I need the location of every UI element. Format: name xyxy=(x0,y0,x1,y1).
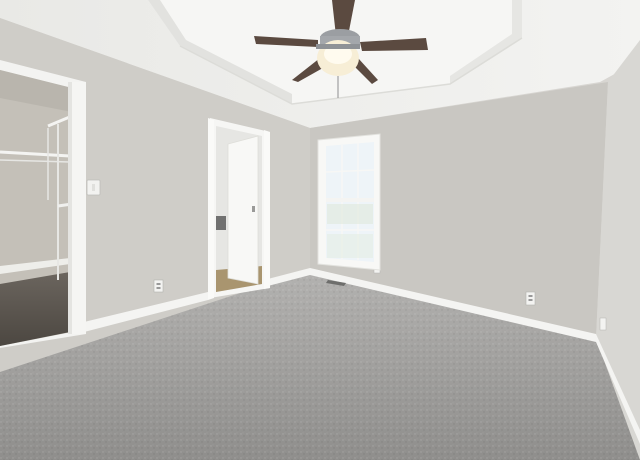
bedroom-scene xyxy=(0,0,640,460)
outlet-icon xyxy=(525,291,536,306)
closet-doorway xyxy=(0,60,86,348)
outlet-icon xyxy=(599,317,607,331)
bathroom-doorway xyxy=(208,118,270,300)
window xyxy=(317,133,381,271)
outlet-icon xyxy=(153,279,164,293)
